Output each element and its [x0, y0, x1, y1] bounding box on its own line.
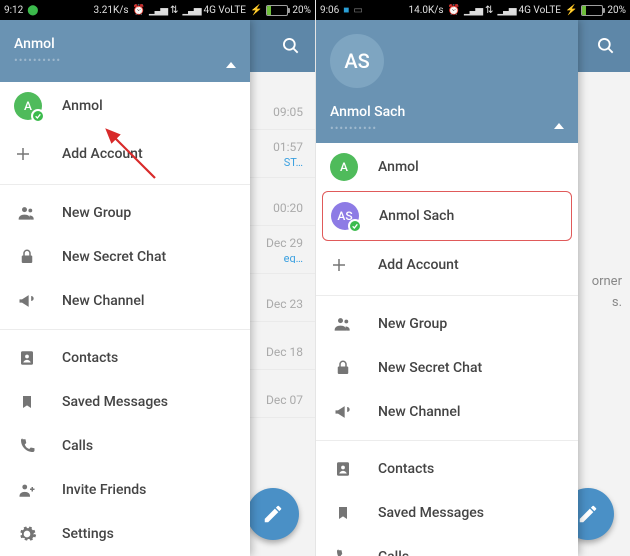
menu-new-secret-chat[interactable]: New Secret Chat [316, 346, 578, 390]
signal-icon: ▁▃▅ [149, 5, 166, 16]
compose-fab[interactable] [247, 488, 299, 540]
account-item-anmol-sach[interactable]: AS Anmol Sach [323, 192, 571, 240]
menu-calls[interactable]: Calls [0, 424, 250, 468]
status-time: 9:06 [320, 5, 339, 16]
status-bar: 9:06 ■ ▭ 14.0K/s ⏰ ▁▃▅ ⇅ ▁▃▅ 4G VoLTE ⚡ … [316, 0, 630, 20]
battery-icon [266, 5, 288, 16]
lock-icon [16, 248, 38, 266]
nav-drawer: AS Anmol Sach •••••••••• A Anmol AS [316, 20, 578, 556]
avatar: A [14, 92, 42, 120]
status-bar: 9:12 ⬤ 3.21K/s ⏰ ▁▃▅ ⇅ ▁▃▅ 4G VoLTE ⚡ 20… [0, 0, 315, 20]
drawer-header[interactable]: Anmol •••••••••• [0, 20, 250, 82]
menu-new-group[interactable]: New Group [0, 191, 250, 235]
search-icon[interactable] [281, 36, 301, 56]
add-account-label: Add Account [378, 257, 459, 273]
divider [0, 184, 250, 185]
updown-icon: ⇅ [485, 5, 493, 16]
account-item-anmol[interactable]: A Anmol [0, 82, 250, 130]
drawer-header[interactable]: AS Anmol Sach •••••••••• [316, 20, 578, 143]
divider [316, 440, 578, 441]
battery-icon [581, 5, 603, 16]
signal-icon-2: ▁▃▅ [497, 5, 514, 16]
contacts-icon [332, 460, 354, 478]
drawer-account-name: Anmol Sach [330, 104, 564, 120]
screenshot-left: 9:12 ⬤ 3.21K/s ⏰ ▁▃▅ ⇅ ▁▃▅ 4G VoLTE ⚡ 20… [0, 0, 315, 556]
signal-icon-2: ▁▃▅ [182, 5, 199, 16]
charging-icon: ⚡ [250, 5, 262, 16]
menu-invite-friends[interactable]: Invite Friends [0, 468, 250, 512]
nav-drawer: Anmol •••••••••• A Anmol Add Account [0, 20, 250, 556]
status-net: 4G VoLTE [204, 5, 246, 16]
status-net: 4G VoLTE [519, 5, 561, 16]
notif-icon: ■ [343, 5, 349, 16]
plus-icon [14, 145, 42, 163]
alarm-icon: ⏰ [448, 5, 460, 16]
phone-icon [16, 437, 38, 455]
notif-icon-2: ▭ [353, 5, 362, 16]
lock-icon [332, 359, 354, 377]
menu-contacts[interactable]: Contacts [0, 336, 250, 380]
group-icon [16, 203, 38, 223]
add-account-label: Add Account [62, 146, 143, 162]
alarm-icon: ⏰ [133, 5, 145, 16]
highlight-annotation: AS Anmol Sach [322, 191, 572, 241]
avatar: A [330, 153, 358, 181]
drawer-account-phone: •••••••••• [14, 54, 236, 67]
menu-calls[interactable]: Calls [316, 535, 578, 556]
charging-icon: ⚡ [565, 5, 577, 16]
bookmark-icon [332, 504, 354, 522]
contacts-icon [16, 349, 38, 367]
phone-icon [332, 548, 354, 556]
gear-icon [16, 524, 38, 544]
menu-new-group[interactable]: New Group [316, 302, 578, 346]
status-battery: 20% [607, 5, 626, 16]
active-check-icon [348, 219, 362, 233]
megaphone-icon [332, 402, 354, 422]
search-icon[interactable] [596, 36, 616, 56]
drawer-account-phone: •••••••••• [330, 122, 564, 135]
menu-new-channel[interactable]: New Channel [316, 390, 578, 434]
active-check-icon [31, 109, 45, 123]
account-item-anmol[interactable]: A Anmol [316, 143, 578, 191]
status-speed: 3.21K/s [93, 5, 128, 16]
add-account-button[interactable]: Add Account [0, 130, 250, 178]
whatsapp-icon: ⬤ [27, 5, 38, 16]
menu-new-channel[interactable]: New Channel [0, 279, 250, 323]
chevron-up-icon[interactable] [226, 62, 236, 68]
avatar-large: AS [330, 34, 384, 88]
account-label: Anmol Sach [379, 208, 454, 224]
menu-contacts[interactable]: Contacts [316, 447, 578, 491]
updown-icon: ⇅ [170, 5, 178, 16]
group-icon [332, 314, 354, 334]
screenshot-right: 9:06 ■ ▭ 14.0K/s ⏰ ▁▃▅ ⇅ ▁▃▅ 4G VoLTE ⚡ … [315, 0, 630, 556]
avatar: AS [331, 202, 359, 230]
menu-new-secret-chat[interactable]: New Secret Chat [0, 235, 250, 279]
status-speed: 14.0K/s [408, 5, 443, 16]
menu-saved-messages[interactable]: Saved Messages [0, 380, 250, 424]
person-add-icon [16, 481, 38, 499]
chevron-up-icon[interactable] [554, 123, 564, 129]
divider [0, 329, 250, 330]
menu-settings[interactable]: Settings [0, 512, 250, 556]
menu-saved-messages[interactable]: Saved Messages [316, 491, 578, 535]
status-battery: 20% [292, 5, 311, 16]
status-time: 9:12 [4, 5, 23, 16]
drawer-account-name: Anmol [14, 36, 236, 52]
account-label: Anmol [378, 159, 419, 175]
megaphone-icon [16, 291, 38, 311]
signal-icon: ▁▃▅ [464, 5, 481, 16]
divider [316, 295, 578, 296]
plus-icon [330, 256, 358, 274]
account-label: Anmol [62, 98, 103, 114]
bookmark-icon [16, 393, 38, 411]
add-account-button[interactable]: Add Account [316, 241, 578, 289]
